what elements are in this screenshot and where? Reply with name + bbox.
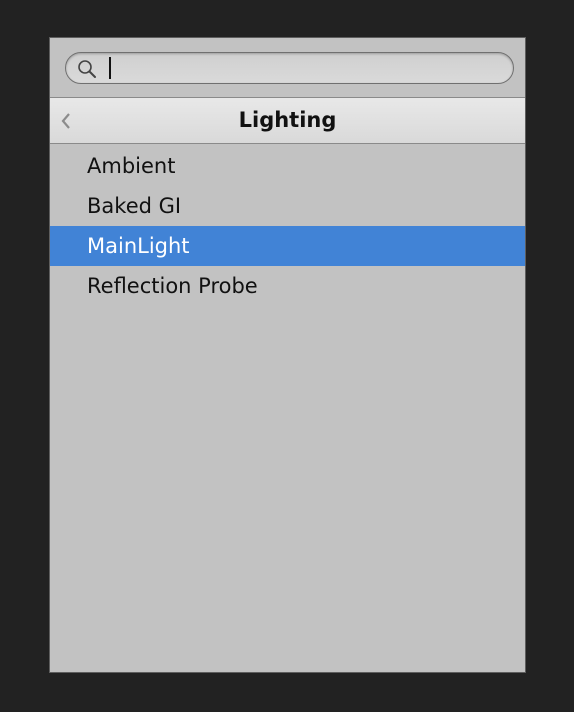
list-item[interactable]: Baked GI [50,186,525,226]
search-input[interactable] [106,56,506,80]
lighting-dropdown-panel: Lighting Ambient Baked GI MainLight Refl… [49,37,526,673]
search-field[interactable] [65,52,514,84]
search-bar [50,38,525,98]
list-item[interactable]: Reflection Probe [50,266,525,306]
category-header: Lighting [50,98,525,144]
list-item[interactable]: Ambient [50,146,525,186]
header-title: Lighting [238,108,337,132]
component-list: Ambient Baked GI MainLight Reflection Pr… [50,146,525,306]
search-icon [78,60,96,78]
text-caret [109,57,111,79]
list-item-selected[interactable]: MainLight [50,226,525,266]
